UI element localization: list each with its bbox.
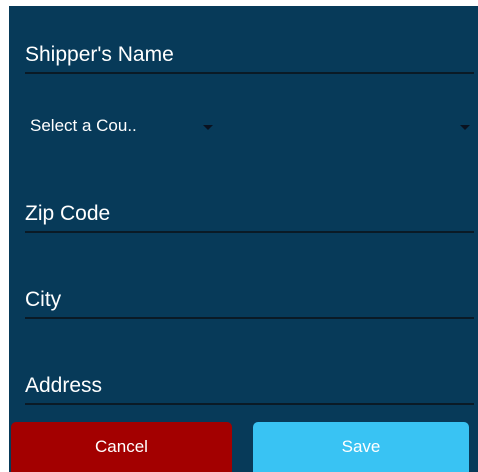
address-underline (25, 403, 474, 405)
city-underline (25, 317, 474, 319)
country-select[interactable]: Select a Cou.. (25, 112, 474, 142)
cancel-button[interactable]: Cancel (11, 422, 232, 472)
chevron-down-icon[interactable] (460, 125, 470, 130)
shipper-name-underline (25, 72, 474, 74)
chevron-down-icon[interactable] (203, 125, 213, 130)
zip-code-field[interactable]: Zip Code (25, 193, 474, 233)
zip-code-underline (25, 231, 474, 233)
shipper-name-placeholder: Shipper's Name (25, 43, 174, 66)
address-field[interactable]: Address (25, 365, 474, 405)
city-placeholder: City (25, 288, 62, 311)
zip-code-placeholder: Zip Code (25, 202, 111, 225)
country-select-value: Select a Cou.. (30, 116, 137, 135)
city-field[interactable]: City (25, 279, 474, 319)
shipper-name-field[interactable]: Shipper's Name (25, 34, 474, 74)
address-placeholder: Address (25, 374, 103, 397)
shipper-form: Shipper's Name Select a Cou.. Zip Code C… (9, 6, 478, 472)
save-button[interactable]: Save (253, 422, 469, 472)
